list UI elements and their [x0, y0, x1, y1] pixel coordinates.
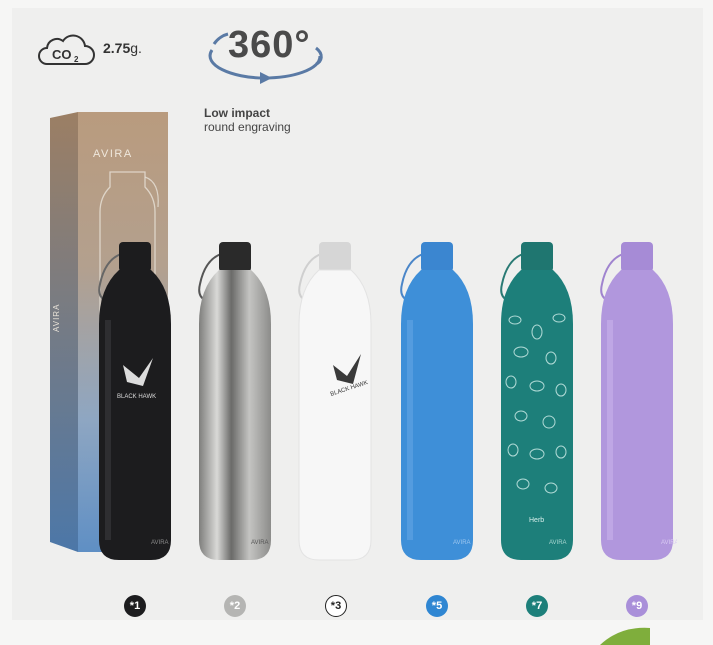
impact-title: Low impact — [204, 106, 271, 120]
bottle-blue: AVIRA — [400, 242, 473, 560]
color-badge-lavender: *9 — [626, 595, 648, 617]
packaging-brand: AVIRA — [93, 148, 133, 160]
svg-text:BLACK HAWK: BLACK HAWK — [117, 394, 156, 400]
svg-text:AVIRA: AVIRA — [52, 304, 61, 332]
bottle-black: BLACK HAWK AVIRA — [98, 242, 171, 560]
color-badge-teal: *7 — [526, 595, 548, 617]
svg-text:AVIRA: AVIRA — [549, 540, 567, 546]
leaf-decoration — [600, 627, 650, 645]
color-badge-steel: *2 — [224, 595, 246, 617]
rotation-degrees: 360° — [228, 24, 311, 66]
bottle-white: BLACK HAWK — [298, 242, 372, 561]
co2-cloud-icon: CO 2 — [38, 34, 95, 65]
color-badge-blue: *5 — [426, 595, 448, 617]
bottle-steel: AVIRA — [198, 242, 271, 560]
svg-text:AVIRA: AVIRA — [251, 540, 269, 546]
co2-value: 2.75g. — [103, 40, 142, 56]
bottle-lavender: AVIRA — [600, 242, 677, 560]
svg-text:AVIRA: AVIRA — [151, 540, 169, 546]
svg-text:Herb: Herb — [529, 517, 544, 524]
color-badge-white: *3 — [325, 595, 347, 617]
svg-text:AVIRA: AVIRA — [661, 540, 677, 546]
svg-text:CO: CO — [52, 47, 72, 62]
svg-text:AVIRA: AVIRA — [453, 540, 471, 546]
engraving-note: Low impact round engraving — [204, 106, 291, 134]
bottle-teal: Herb AVIRA — [500, 242, 573, 560]
color-badge-black: *1 — [124, 595, 146, 617]
impact-subtitle: round engraving — [204, 120, 291, 134]
svg-text:2: 2 — [74, 55, 79, 64]
